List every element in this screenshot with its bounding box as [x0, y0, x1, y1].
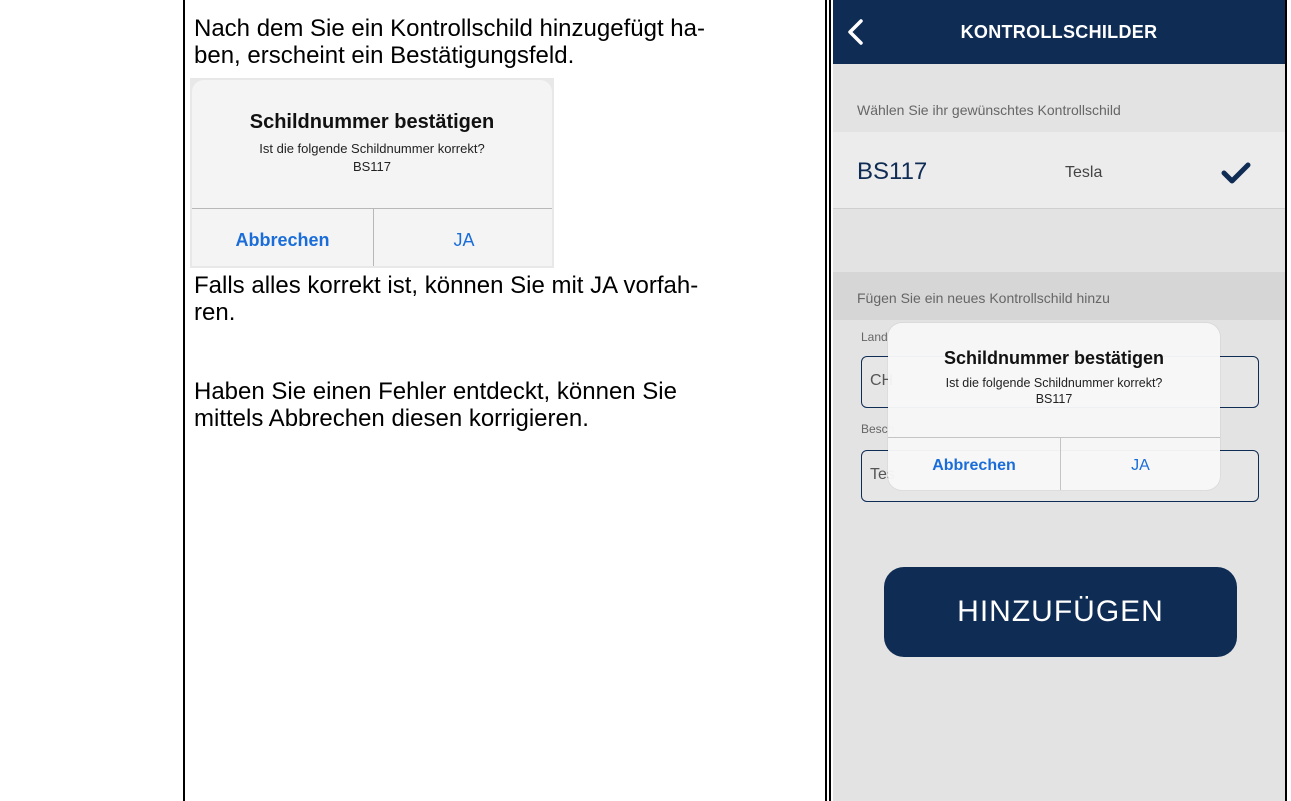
nav-title: KONTROLLSCHILDER: [960, 22, 1158, 42]
nav-bar: KONTROLLSCHILDER: [833, 0, 1285, 64]
table-divider-right: [829, 0, 831, 801]
mini-dialog-confirm-label: JA: [453, 230, 475, 250]
dialog-confirm-button[interactable]: JA: [1061, 457, 1220, 475]
doc-paragraph-confirm: Falls alles korrekt ist, können Sie mit …: [194, 272, 699, 326]
doc-paragraph-intro: Nach dem Sie ein Kontrollschild hinzugef…: [194, 15, 705, 69]
add-section-header: Fügen Sie ein neues Kontrollschild hinzu: [833, 272, 1285, 320]
mini-dialog-screenshot: Schildnummer bestätigen Ist die folgende…: [190, 78, 554, 268]
checkmark-icon: [1221, 162, 1251, 184]
doc-paragraph-correct: Haben Sie einen Fehler entdeckt, können …: [194, 378, 677, 432]
table-left-border: [183, 0, 185, 801]
dialog-divider: [888, 437, 1220, 438]
mini-dialog-message: Ist die folgende Schildnummer korrekt? B…: [259, 141, 485, 174]
plate-number: BS117: [857, 158, 928, 185]
confirm-dialog: Schildnummer bestätigen Ist die folgende…: [888, 323, 1220, 490]
mini-dialog-title: Schildnummer bestätigen: [249, 111, 495, 133]
mini-dialog-card: Schildnummer bestätigen Ist die folgende…: [192, 80, 552, 266]
select-section-label: Wählen Sie ihr gewünschtes Kontrollschil…: [857, 102, 1121, 118]
dialog-message: Ist die folgende Schildnummer korrekt? B…: [945, 376, 1163, 406]
country-label: Land: [861, 330, 888, 344]
mini-dialog-cancel-label: Abbrechen: [235, 230, 330, 250]
plate-description: Tesla: [1065, 164, 1103, 181]
plate-row[interactable]: BS117 Tesla: [833, 132, 1285, 209]
mini-dialog-divider: [192, 208, 552, 209]
app-screen: KONTROLLSCHILDER Wählen Sie ihr gewünsch…: [833, 0, 1285, 801]
dialog-cancel-button[interactable]: Abbrechen: [888, 457, 1060, 475]
add-section-label: Fügen Sie ein neues Kontrollschild hinzu: [857, 290, 1110, 306]
dialog-title: Schildnummer bestätigen: [943, 348, 1165, 368]
table-right-border: [1285, 0, 1287, 801]
add-button[interactable]: HINZUFÜGEN: [884, 567, 1237, 657]
table-divider-left: [825, 0, 827, 801]
